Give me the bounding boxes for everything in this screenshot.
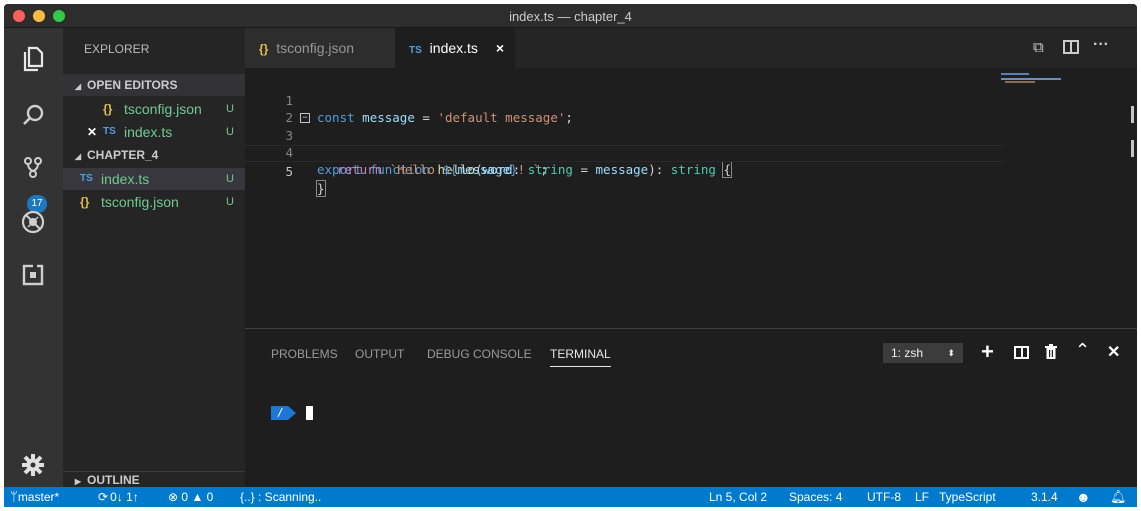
warning-count: 0: [206, 490, 214, 504]
typescript-file-icon: TS: [80, 173, 93, 184]
sync-indicator[interactable]: ⟳ 0↓ 1↑: [98, 487, 139, 507]
tab-problems[interactable]: PROBLEMS: [271, 347, 338, 361]
outline-label: OUTLINE: [87, 473, 140, 487]
typescript-file-icon: TS: [409, 45, 422, 56]
chevron-down-icon: ◢: [74, 82, 81, 91]
settings-gear-icon[interactable]: [16, 448, 50, 482]
prompt-path: /: [271, 406, 288, 420]
project-file-index[interactable]: TS index.ts U: [63, 168, 245, 190]
untracked-status: U: [226, 196, 234, 208]
file-name: index.ts: [101, 171, 150, 187]
files-icon[interactable]: [16, 42, 50, 76]
search-icon[interactable]: [16, 98, 50, 132]
tab-tsconfig[interactable]: {} tsconfig.json: [245, 28, 395, 68]
debug-icon[interactable]: [16, 205, 50, 239]
open-changes-icon[interactable]: ⧉: [1033, 39, 1044, 56]
tab-label: tsconfig.json: [276, 40, 355, 56]
error-count: 0: [181, 490, 189, 504]
tab-terminal[interactable]: TERMINAL: [550, 347, 611, 367]
line-number: 5: [285, 164, 293, 179]
outline-header[interactable]: ▶ OUTLINE: [63, 471, 245, 487]
tab-index[interactable]: TS index.ts ×: [395, 28, 515, 68]
json-file-icon: {}: [103, 102, 113, 116]
untracked-status: U: [226, 103, 234, 115]
maximize-panel-icon[interactable]: ⌃: [1075, 340, 1090, 361]
code-text: }: [316, 180, 326, 197]
more-actions-icon[interactable]: ···: [1093, 36, 1109, 54]
minimap[interactable]: [1001, 73, 1065, 83]
open-editor-item-tsconfig[interactable]: {} tsconfig.json U: [63, 98, 245, 120]
terminal-select-value: 1: zsh: [891, 346, 924, 360]
typescript-file-icon: TS: [103, 126, 116, 137]
code-line-2: 2: [245, 92, 1005, 125]
terminal-prompt-segment: /: [271, 406, 314, 420]
new-terminal-icon[interactable]: +: [981, 339, 994, 365]
feedback-smiley-icon[interactable]: ☻: [1076, 487, 1091, 507]
fold-collapse-icon[interactable]: −: [300, 113, 310, 123]
chapter-folder-header[interactable]: ◢ CHAPTER_4: [63, 144, 245, 166]
warning-icon: ▲: [191, 490, 204, 504]
chevron-updown-icon: ⬍: [947, 348, 955, 358]
notifications-bell-icon[interactable]: 🔔︎: [1110, 487, 1127, 507]
typescript-version[interactable]: 3.1.4: [1031, 487, 1058, 507]
scrollbar-marker: [1131, 140, 1134, 157]
tab-output[interactable]: OUTPUT: [355, 347, 404, 361]
title-bar: index.ts — chapter_4: [4, 4, 1137, 28]
open-editors-header[interactable]: ◢ OPEN EDITORS: [63, 74, 245, 96]
open-editors-label: OPEN EDITORS: [87, 78, 178, 92]
open-editor-item-index[interactable]: ✕ TS index.ts U: [63, 121, 245, 143]
explorer-title: EXPLORER: [84, 42, 150, 56]
file-name: index.ts: [124, 124, 173, 140]
close-panel-icon[interactable]: ✕: [1107, 342, 1120, 362]
json-file-icon: {}: [80, 195, 90, 209]
code-line-3: 3 − export function hello(word: string =…: [245, 110, 1005, 178]
activity-bar: 17: [4, 28, 63, 487]
source-control-icon[interactable]: [16, 150, 50, 184]
bottom-panel: PROBLEMS OUTPUT DEBUG CONSOLE TERMINAL 1…: [245, 328, 1137, 487]
close-icon[interactable]: ✕: [87, 121, 97, 143]
editor-tab-bar: {} tsconfig.json TS index.ts × ⧉ ···: [245, 28, 1137, 68]
code-line-4: 4 return `Hello ${message}! `;: [245, 127, 1005, 177]
file-name: tsconfig.json: [124, 101, 202, 117]
code-text: return `Hello ${message}! `;: [337, 162, 548, 177]
extensions-icon[interactable]: [16, 258, 50, 292]
project-file-tsconfig[interactable]: {} tsconfig.json U: [63, 191, 245, 213]
end-of-line[interactable]: LF: [915, 487, 929, 507]
window-title: index.ts — chapter_4: [509, 9, 632, 24]
language-mode[interactable]: TypeScript: [939, 487, 996, 507]
scanning-status: {..} : Scanning..: [240, 490, 322, 504]
tab-debug-console[interactable]: DEBUG CONSOLE: [427, 347, 532, 361]
sync-icon: ⟳: [98, 490, 109, 504]
terminal-cursor: [306, 406, 314, 420]
trash-icon[interactable]: [1045, 344, 1057, 364]
split-terminal-icon[interactable]: [1014, 346, 1029, 359]
code-line-1: 1 const message = 'default message';: [245, 75, 1005, 125]
untracked-status: U: [226, 126, 234, 138]
folder-label: CHAPTER_4: [87, 148, 159, 162]
file-name: tsconfig.json: [101, 194, 179, 210]
split-editor-icon[interactable]: [1063, 40, 1079, 54]
tab-label: index.ts: [429, 40, 478, 56]
close-tab-icon[interactable]: ×: [496, 40, 504, 56]
problems-indicator[interactable]: ⊗ 0 ▲ 0: [168, 487, 213, 507]
git-branch-icon: ᛘ: [10, 489, 18, 504]
vscode-window: index.ts — chapter_4 17 EXPLORER ◢ OPEN E…: [4, 4, 1137, 507]
terminal-select[interactable]: 1: zsh ⬍: [883, 343, 963, 363]
json-file-icon: {}: [259, 42, 269, 56]
error-icon: ⊗: [168, 490, 179, 504]
scrollbar-marker: [1131, 106, 1134, 123]
cursor-position[interactable]: Ln 5, Col 2: [709, 487, 767, 507]
sync-counts: 0↓ 1↑: [110, 490, 139, 504]
indentation[interactable]: Spaces: 4: [789, 487, 842, 507]
explorer-sidebar: EXPLORER ◢ OPEN EDITORS {} tsconfig.json …: [63, 28, 245, 487]
branch-indicator[interactable]: ᛘmaster*: [10, 487, 59, 507]
chevron-down-icon: ◢: [74, 152, 81, 161]
code-editor[interactable]: 1 const message = 'default message'; 2 3…: [245, 68, 1137, 328]
code-line-5: 5 }: [245, 145, 1005, 197]
encoding[interactable]: UTF-8: [867, 487, 901, 507]
prompt-arrow-icon: [287, 406, 296, 420]
status-bar: ᛘmaster* ⟳ 0↓ 1↑ ⊗ 0 ▲ 0 {..} : Scanning.…: [4, 487, 1137, 507]
branch-name: master*: [17, 490, 60, 504]
untracked-status: U: [226, 173, 234, 185]
